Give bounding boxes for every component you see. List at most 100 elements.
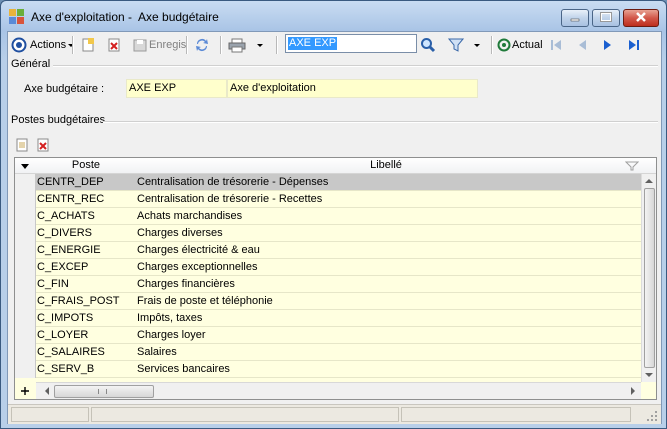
actual-button[interactable]: Actual xyxy=(497,34,543,56)
row-selector-column xyxy=(15,174,36,378)
scroll-up-icon[interactable] xyxy=(642,174,656,188)
delete-poste-button[interactable] xyxy=(35,136,51,154)
new-document-icon xyxy=(82,38,94,52)
previous-record-button[interactable] xyxy=(574,34,590,56)
close-button[interactable] xyxy=(623,9,659,27)
poste-cell: C_FRAIS_POST xyxy=(37,295,120,307)
postes-section-title: Postes budgétaires xyxy=(11,114,106,126)
minimize-button[interactable] xyxy=(561,9,589,27)
column-chooser-icon[interactable] xyxy=(19,159,33,173)
table-row[interactable]: C_ENERGIE Charges électricité & eau xyxy=(36,242,641,259)
libelle-cell: Salaires xyxy=(137,346,177,358)
close-icon xyxy=(636,12,646,22)
libelle-cell: Achats marchandises xyxy=(137,210,243,222)
filter-dropdown-icon[interactable] xyxy=(473,41,481,49)
next-record-button[interactable] xyxy=(600,34,616,56)
axe-name-field[interactable]: Axe d'exploitation xyxy=(227,79,478,98)
table-row[interactable]: C_SERV_B Services bancaires xyxy=(36,361,641,378)
application-window: Axe d'exploitation - Axe budgétaire Acti… xyxy=(0,0,667,429)
libelle-cell: Frais de poste et téléphonie xyxy=(137,295,273,307)
horizontal-scrollbar[interactable] xyxy=(21,382,641,399)
search-icon xyxy=(421,38,436,53)
save-button[interactable]: Enregis xyxy=(132,34,186,56)
title-bar[interactable]: Axe d'exploitation - Axe budgétaire xyxy=(1,1,666,31)
new-button[interactable] xyxy=(80,34,96,56)
poste-cell: C_DIVERS xyxy=(37,227,93,239)
delete-button[interactable] xyxy=(106,34,122,56)
table-row[interactable]: C_FRAIS_POST Frais de poste et téléphonie xyxy=(36,293,641,310)
libelle-cell: Charges exceptionnelles xyxy=(137,261,258,273)
refresh-icon xyxy=(196,39,208,52)
table-row[interactable]: C_LOYER Charges loyer xyxy=(36,327,641,344)
axe-budgetaire-label: Axe budgétaire : xyxy=(24,83,105,95)
grid-header: Poste Libellé xyxy=(15,158,656,174)
vertical-scrollbar[interactable] xyxy=(641,174,656,382)
libelle-cell: Charges électricité & eau xyxy=(137,244,260,256)
poste-cell: C_LOYER xyxy=(37,329,89,341)
column-header-poste[interactable]: Poste xyxy=(36,159,136,171)
libelle-cell: Services bancaires xyxy=(137,363,230,375)
column-header-libelle[interactable]: Libellé xyxy=(136,159,636,171)
poste-cell: C_FIN xyxy=(37,278,69,290)
last-record-button[interactable] xyxy=(626,34,642,56)
poste-cell: C_SALAIRES xyxy=(37,346,105,358)
first-record-icon xyxy=(551,40,561,50)
poste-cell: C_EXCEP xyxy=(37,261,89,273)
actions-button[interactable]: Actions xyxy=(11,34,75,56)
postes-section-divider xyxy=(103,121,658,123)
table-row[interactable]: C_FIN Charges financières xyxy=(36,276,641,293)
search-button[interactable] xyxy=(420,34,436,56)
printer-icon xyxy=(228,38,246,53)
search-value: AXE EXP xyxy=(288,37,338,50)
status-bar xyxy=(8,404,661,424)
table-row[interactable]: C_IMPOTS Impôts, taxes xyxy=(36,310,641,327)
scroll-right-icon[interactable] xyxy=(626,384,640,398)
table-row[interactable]: CENTR_DEP Centralisation de trésorerie - … xyxy=(36,174,641,191)
libelle-cell: Charges diverses xyxy=(137,227,223,239)
status-cell-2 xyxy=(91,407,399,422)
first-record-button[interactable] xyxy=(548,34,564,56)
resize-grip-icon[interactable] xyxy=(646,410,658,422)
maximize-button[interactable] xyxy=(592,9,620,27)
poste-cell: C_IMPOTS xyxy=(37,312,94,324)
postes-grid: Poste Libellé CENTR_DEP Centralisation de… xyxy=(14,157,657,400)
table-row[interactable]: C_DIVERS Charges diverses xyxy=(36,225,641,242)
print-dropdown-icon[interactable] xyxy=(256,41,264,49)
print-button[interactable] xyxy=(228,34,264,56)
search-input[interactable]: AXE EXP xyxy=(285,34,417,53)
table-row[interactable]: CENTR_REC Centralisation de trésorerie - … xyxy=(36,191,641,208)
refresh-button[interactable] xyxy=(194,34,210,56)
toolbar: Actions Enregis AXE EXP Actual xyxy=(8,32,661,58)
general-section-divider xyxy=(53,65,658,67)
column-filter-icon[interactable] xyxy=(625,160,639,172)
actual-icon xyxy=(497,38,511,52)
maximize-icon xyxy=(600,12,612,22)
add-poste-button[interactable] xyxy=(14,136,30,154)
client-area: Actions Enregis AXE EXP Actual Général A… xyxy=(7,31,662,424)
actual-label: Actual xyxy=(512,39,543,51)
poste-cell: CENTR_REC xyxy=(37,193,105,205)
table-row[interactable]: C_SALAIRES Salaires xyxy=(36,344,641,361)
delete-icon xyxy=(108,38,120,52)
poste-cell: C_SERV_B xyxy=(37,363,95,375)
save-label: Enregis xyxy=(149,39,187,51)
axe-code-field[interactable]: AXE EXP xyxy=(126,79,227,98)
libelle-cell: Centralisation de trésorerie - Dépenses xyxy=(137,176,329,188)
table-row[interactable]: C_ACHATS Achats marchandises xyxy=(36,208,641,225)
scroll-left-icon[interactable] xyxy=(40,384,54,398)
scroll-down-icon[interactable] xyxy=(642,368,656,382)
horizontal-scroll-thumb[interactable] xyxy=(54,385,154,398)
libelle-cell: Charges financières xyxy=(137,278,235,290)
filter-icon xyxy=(448,38,464,52)
delete-icon xyxy=(37,138,49,152)
table-row[interactable]: C_EXCEP Charges exceptionnelles xyxy=(36,259,641,276)
libelle-cell: Centralisation de trésorerie - Recettes xyxy=(137,193,323,205)
expand-icon[interactable] xyxy=(18,384,32,398)
actions-label: Actions xyxy=(30,39,67,51)
vertical-scroll-thumb[interactable] xyxy=(644,188,655,368)
next-record-icon xyxy=(604,40,611,50)
libelle-cell: Charges loyer xyxy=(137,329,206,341)
filter-button[interactable] xyxy=(448,34,481,56)
actions-icon xyxy=(11,37,27,53)
poste-cell: CENTR_DEP xyxy=(37,176,104,188)
